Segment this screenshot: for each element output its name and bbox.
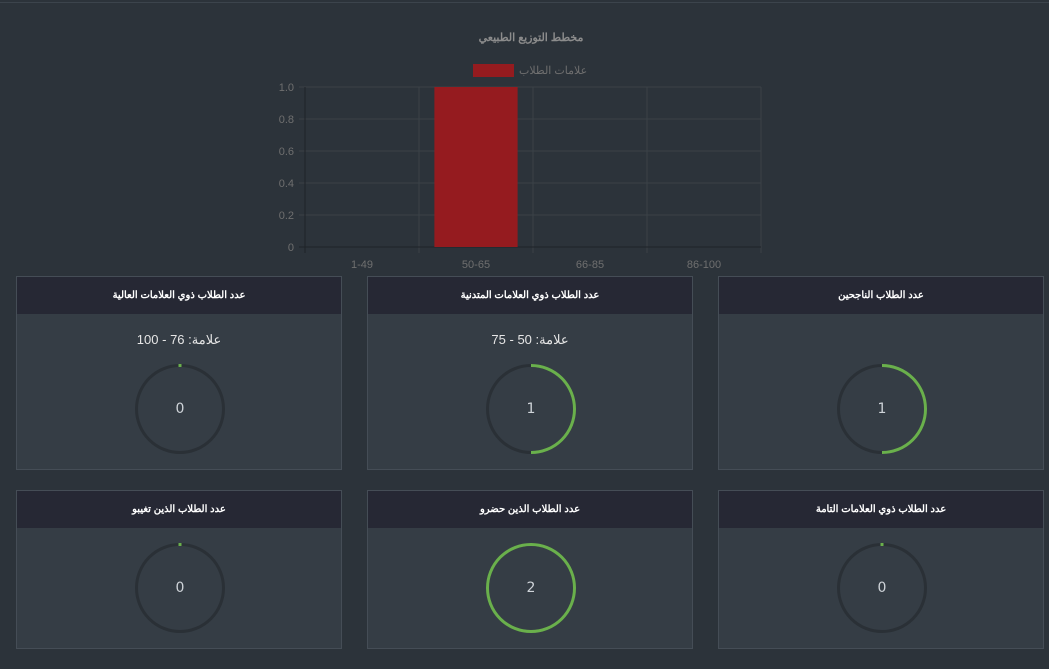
x-tick-label: 50-65 xyxy=(462,259,490,271)
ring-value: 1 xyxy=(877,401,887,417)
card-high-grades: عدد الطلاب ذوي العلامات العالية علامة: 7… xyxy=(16,276,342,470)
card-title: عدد الطلاب ذوي العلامات التامة xyxy=(719,491,1043,528)
card-title: عدد الطلاب ذوي العلامات العالية xyxy=(17,277,341,314)
legend-label[interactable]: علامات الطلاب xyxy=(519,65,587,77)
y-tick-label: 0.2 xyxy=(279,210,294,222)
card-attended: عدد الطلاب الذين حضرو 2 xyxy=(367,490,693,649)
progress-ring: 0 xyxy=(836,542,928,634)
normal-distribution-chart: مخطط التوزيع الطبيعي علامات الطلاب 0 0.2 0… xyxy=(279,32,762,271)
ring-value: 1 xyxy=(526,401,536,417)
x-tick-label: 1-49 xyxy=(351,259,373,271)
ring-value: 0 xyxy=(175,401,185,417)
ring-value: 0 xyxy=(877,580,887,596)
progress-ring: 1 xyxy=(836,363,928,455)
grade-range-label: علامة: 76 - 100 xyxy=(136,332,222,347)
card-full-marks: عدد الطلاب ذوي العلامات التامة 0 xyxy=(718,490,1044,649)
card-title: عدد الطلاب الناجحين xyxy=(719,277,1043,314)
progress-ring: 0 xyxy=(134,363,226,455)
x-tick-label: 86-100 xyxy=(687,259,721,271)
card-passed: عدد الطلاب الناجحين 1 xyxy=(718,276,1044,470)
chart-title: مخطط التوزيع الطبيعي xyxy=(479,32,584,45)
y-tick-label: 1.0 xyxy=(279,82,294,94)
y-tick-label: 0 xyxy=(288,242,294,254)
legend-swatch[interactable] xyxy=(473,64,514,77)
card-low-grades: عدد الطلاب ذوي العلامات المتدنية علامة: … xyxy=(367,276,693,470)
progress-ring: 2 xyxy=(485,542,577,634)
y-tick-label: 0.8 xyxy=(279,114,294,126)
progress-ring: 0 xyxy=(134,542,226,634)
bar-50-65[interactable] xyxy=(434,87,518,247)
card-title: عدد الطلاب الذين تغيبو xyxy=(17,491,341,528)
x-tick-label: 66-85 xyxy=(576,259,604,271)
grade-range-label: علامة: 50 - 75 xyxy=(491,332,569,347)
y-tick-label: 0.4 xyxy=(279,178,294,190)
ring-value: 2 xyxy=(526,580,536,596)
card-absent: عدد الطلاب الذين تغيبو 0 xyxy=(16,490,342,649)
y-tick-label: 0.6 xyxy=(279,146,294,158)
progress-ring: 1 xyxy=(485,363,577,455)
ring-value: 0 xyxy=(175,580,185,596)
card-title: عدد الطلاب ذوي العلامات المتدنية xyxy=(368,277,692,314)
card-title: عدد الطلاب الذين حضرو xyxy=(368,491,692,528)
